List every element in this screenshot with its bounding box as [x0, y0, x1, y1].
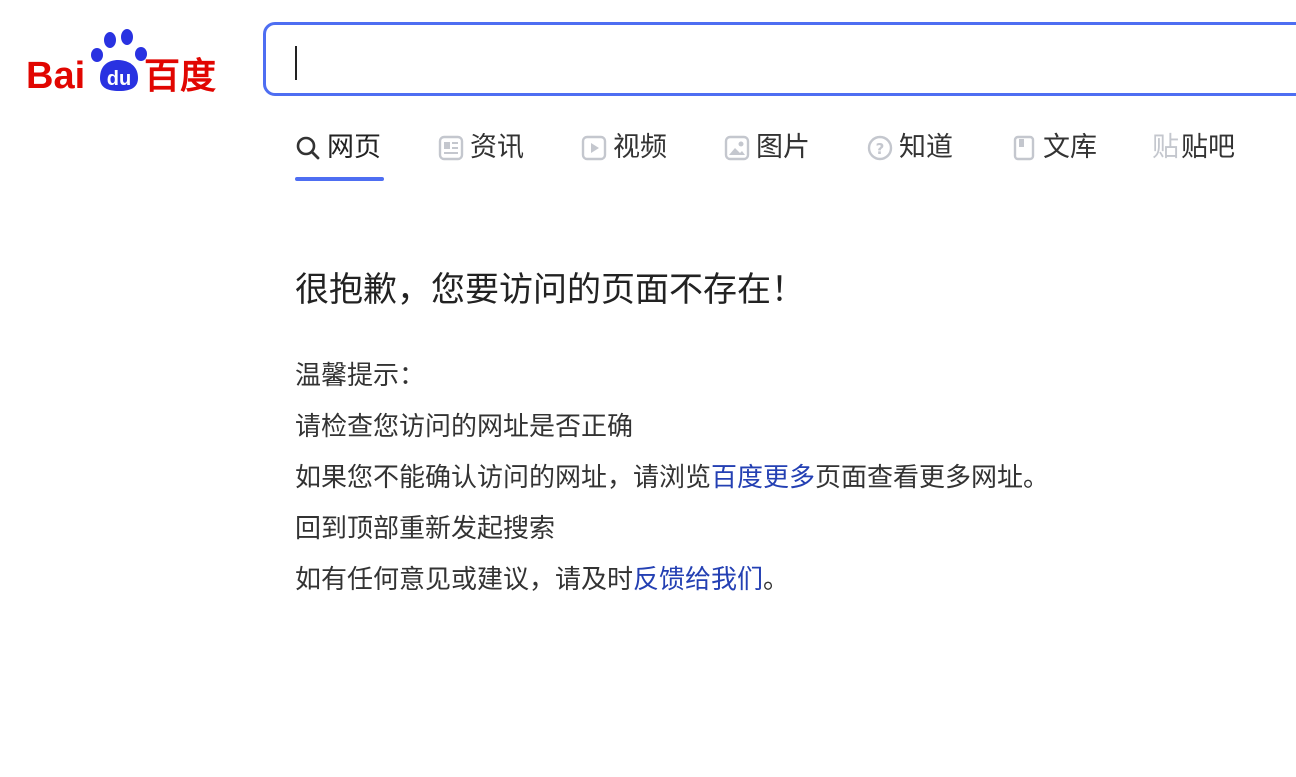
tab-label: 网页: [327, 132, 381, 163]
video-icon: [581, 135, 607, 161]
document-icon: [1011, 135, 1037, 161]
image-icon: [724, 135, 750, 161]
tip-text: 如有任何意见或建议，请及时: [295, 565, 634, 595]
paw-toe: [121, 29, 133, 45]
logo-cn-text: 百度: [144, 56, 216, 97]
tab-label: 知道: [899, 132, 953, 163]
baidu-logo[interactable]: du Bai 百度: [26, 26, 236, 98]
page: du Bai 百度 网页 资讯 视频 图片 ? 知道 文库 贴 贴吧 很抱歉，您…: [0, 0, 1296, 777]
tab-zhidao[interactable]: ? 知道: [867, 126, 953, 182]
tab-web[interactable]: 网页: [295, 126, 384, 182]
tab-label: 图片: [756, 132, 810, 163]
tip-check-url: 请检查您访问的网址是否正确: [295, 412, 634, 442]
tab-wenku[interactable]: 文库: [1011, 126, 1097, 182]
tip-text: 如果您不能确认访问的网址，请浏览: [295, 463, 712, 493]
search-input[interactable]: [292, 39, 1196, 81]
logo-du-text: du: [107, 68, 131, 90]
search-box[interactable]: [263, 22, 1296, 96]
tab-label: 资讯: [470, 132, 524, 163]
news-icon: [438, 135, 464, 161]
svg-text:?: ?: [876, 140, 885, 158]
tab-label: 视频: [613, 132, 667, 163]
baidu-logo-graphic: du Bai 百度: [26, 29, 216, 97]
tip-feedback: 如有任何意见或建议，请及时反馈给我们。: [295, 555, 1049, 606]
search-icon: [295, 135, 321, 161]
logo-bai-text: Bai: [26, 55, 85, 97]
text-caret: [295, 46, 297, 80]
tab-tieba[interactable]: 贴 贴吧: [1152, 126, 1235, 182]
tip-text: 。: [763, 565, 790, 595]
paw-toe: [91, 48, 103, 62]
tips-heading: 温馨提示：: [295, 361, 426, 391]
tips-block: 温馨提示： 请检查您访问的网址是否正确 如果您不能确认访问的网址，请浏览百度更多…: [295, 351, 1049, 606]
tab-video[interactable]: 视频: [581, 126, 667, 182]
tip-browse-more: 如果您不能确认访问的网址，请浏览百度更多页面查看更多网址。: [295, 453, 1049, 504]
question-icon: ?: [867, 135, 893, 161]
baidu-more-link[interactable]: 百度更多: [711, 463, 815, 493]
feedback-link[interactable]: 反馈给我们: [633, 565, 763, 595]
error-content: 很抱歉，您要访问的页面不存在！ 温馨提示： 请检查您访问的网址是否正确 如果您不…: [295, 262, 1049, 606]
active-tab-underline: [295, 177, 384, 181]
tab-label: 贴吧: [1181, 132, 1235, 163]
tab-news[interactable]: 资讯: [438, 126, 524, 182]
tip-text: 页面查看更多网址。: [815, 463, 1050, 493]
tab-images[interactable]: 图片: [724, 126, 810, 182]
error-title: 很抱歉，您要访问的页面不存在！: [295, 270, 805, 310]
tip-search-again: 回到顶部重新发起搜索: [295, 514, 556, 544]
paw-toe: [104, 32, 116, 48]
tab-label: 文库: [1043, 132, 1097, 163]
tieba-icon: 贴: [1152, 132, 1179, 163]
